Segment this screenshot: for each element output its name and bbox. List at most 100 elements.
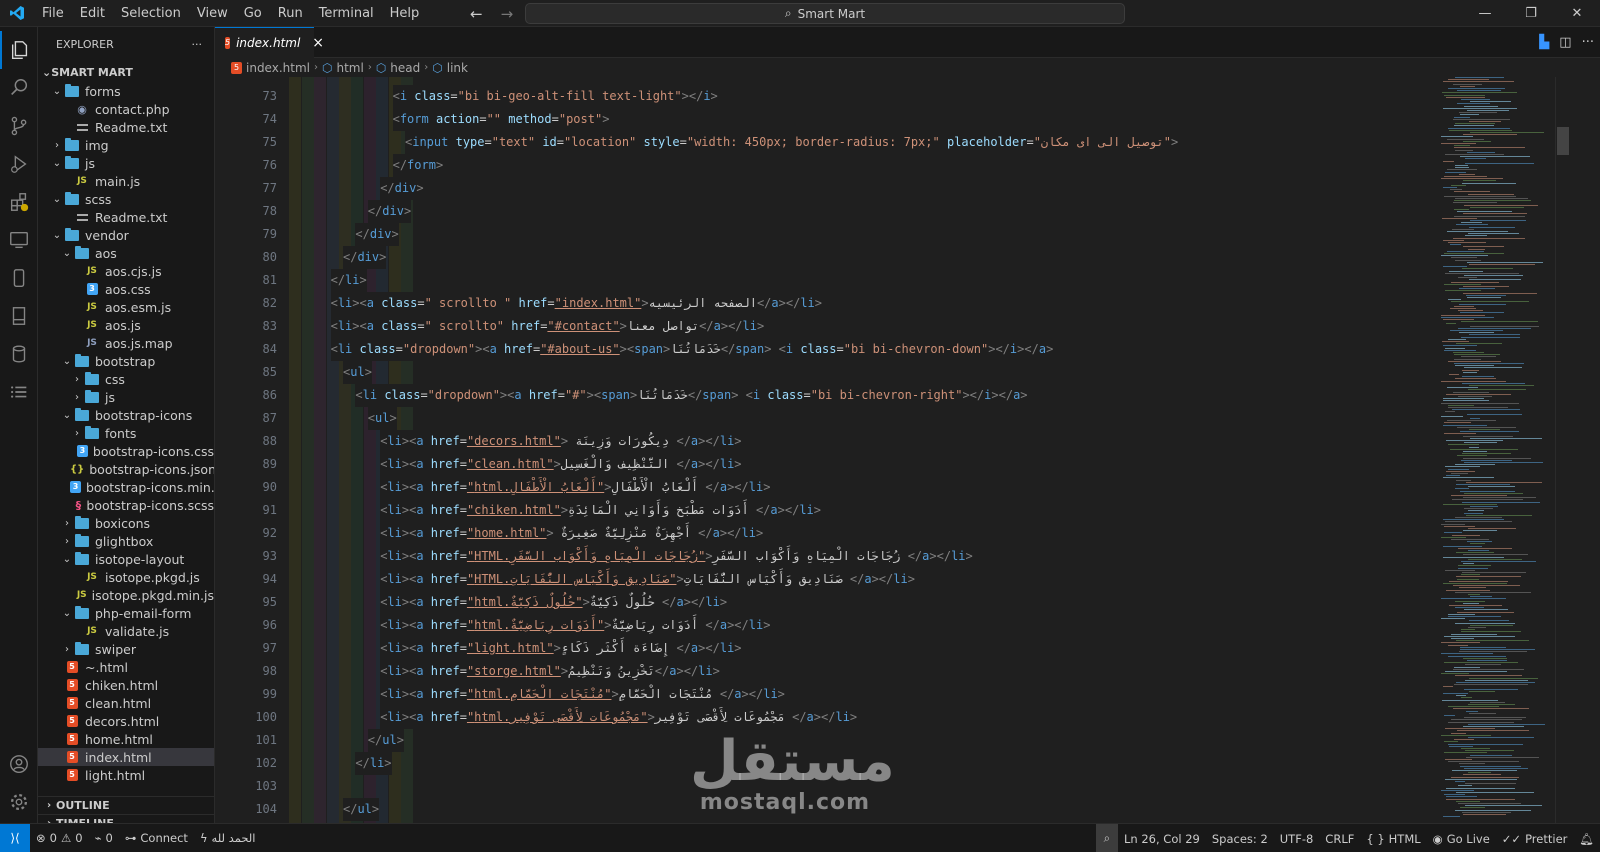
code-line[interactable]: <li><a href="home.html"> أَجْهِزَةٌ مَنْ… <box>380 522 764 545</box>
folder-item[interactable]: › boxicons <box>38 514 214 532</box>
code-line[interactable]: </div> <box>343 246 387 269</box>
split-editor-icon[interactable]: ◫ <box>1559 35 1571 50</box>
menu-edit[interactable]: Edit <box>72 0 113 27</box>
breadcrumb-item-file[interactable]: index.html <box>246 61 310 75</box>
folder-item[interactable]: › swiper <box>38 640 214 658</box>
menu-selection[interactable]: Selection <box>113 0 189 27</box>
code-line[interactable]: <input type="text" id="location" style="… <box>405 131 1179 154</box>
more-actions-icon[interactable]: ··· <box>1582 35 1594 50</box>
file-item[interactable]: ◉ contact.php <box>38 100 214 118</box>
minimize-icon[interactable]: — <box>1462 0 1508 27</box>
code-line[interactable]: <li class="dropdown"><a href="#about-us"… <box>330 338 1054 361</box>
code-line[interactable]: </ul> <box>343 798 380 821</box>
code-line[interactable]: <ul> <box>367 407 397 430</box>
back-arrow-icon[interactable]: ← <box>470 5 483 23</box>
vertical-scrollbar[interactable] <box>1555 77 1569 823</box>
folder-item[interactable]: ⌄ isotope-layout <box>38 550 214 568</box>
code-line[interactable]: </ul> <box>367 729 404 752</box>
folder-item[interactable]: ⌄ php-email-form <box>38 604 214 622</box>
code-line[interactable]: </form> <box>392 154 444 177</box>
workspace-root[interactable]: ⌄ SMART MART <box>38 62 214 82</box>
folder-item[interactable]: › css <box>38 370 214 388</box>
folder-item[interactable]: ⌄ bootstrap <box>38 352 214 370</box>
breadcrumb-item-link[interactable]: link <box>447 61 468 75</box>
code-line[interactable]: </li> <box>355 752 392 775</box>
file-item[interactable]: § bootstrap-icons.scss <box>38 496 214 514</box>
file-item[interactable]: 3 aos.css <box>38 280 214 298</box>
code-line[interactable]: <li><a href="حُلُولٌ ذَكِيَّةٌ.html"> حُ… <box>380 591 728 614</box>
indentation[interactable]: Spaces: 2 <box>1206 832 1274 846</box>
code-line[interactable]: </li> <box>330 269 367 292</box>
language-mode[interactable]: { } HTML <box>1360 832 1426 846</box>
file-item[interactable]: JS aos.js <box>38 316 214 334</box>
code-editor[interactable]: 73 74 75 76 77 78 79 80 81 82 83 84 85 86 87 88 89 90 91 92… <box>215 77 1435 823</box>
file-item[interactable]: 5 ~.html <box>38 658 214 676</box>
menu-view[interactable]: View <box>189 0 236 27</box>
code-line[interactable]: <form action="" method="post"> <box>392 108 610 131</box>
code-line[interactable]: <li><a href="مُنْتَجَات الْحَمَّامِ.html… <box>380 683 785 706</box>
minimap[interactable] <box>1435 77 1555 823</box>
list-icon[interactable] <box>0 373 38 411</box>
file-item[interactable]: 5 clean.html <box>38 694 214 712</box>
folder-item[interactable]: ⌄ forms <box>38 82 214 100</box>
file-item[interactable]: JS aos.esm.js <box>38 298 214 316</box>
code-line[interactable]: <i class="bi bi-geo-alt-fill text-light"… <box>392 85 718 108</box>
code-line[interactable]: <li><a href="أَدَوَات رِيَاضِيَّةٌ.html"… <box>380 614 771 637</box>
folder-item[interactable]: ⌄ aos <box>38 244 214 262</box>
run-debug-icon[interactable] <box>0 145 38 183</box>
file-item[interactable]: Readme.txt <box>38 118 214 136</box>
search-icon[interactable] <box>0 69 38 107</box>
folder-item[interactable]: › img <box>38 136 214 154</box>
folder-item[interactable]: ⌄ vendor <box>38 226 214 244</box>
close-tab-icon[interactable]: × <box>312 35 324 51</box>
file-item[interactable]: JS validate.js <box>38 622 214 640</box>
database-icon[interactable] <box>0 335 38 373</box>
file-item[interactable]: JS main.js <box>38 172 214 190</box>
book-icon[interactable] <box>0 297 38 335</box>
code-line[interactable]: <li><a class=" scrollto " href="index.ht… <box>330 292 823 315</box>
code-line[interactable]: <li><a href="clean.html"> التَّنْظِيف وَ… <box>380 453 742 476</box>
file-item[interactable]: JS isotope.pkgd.js <box>38 568 214 586</box>
breadcrumb-item-head[interactable]: head <box>390 61 420 75</box>
code-line[interactable]: <ul> <box>343 361 372 384</box>
code-line[interactable]: <li><a href="صَنَادِيق وَأَكْيَاس النُّف… <box>380 568 915 591</box>
menu-go[interactable]: Go <box>236 0 270 27</box>
settings-gear-icon[interactable] <box>0 783 38 821</box>
go-live-preview-icon[interactable]: ▙ <box>1539 35 1549 50</box>
forward-arrow-icon[interactable]: → <box>501 5 514 23</box>
file-item[interactable]: JS isotope.pkgd.min.js <box>38 586 214 604</box>
remote-indicator-icon[interactable]: ⟩⟨ <box>0 823 30 852</box>
file-item[interactable]: 5 decors.html <box>38 712 214 730</box>
menu-file[interactable]: File <box>34 0 72 27</box>
breadcrumb-item-html[interactable]: html <box>336 61 363 75</box>
zoom-icon[interactable]: ⌕ <box>1095 824 1119 852</box>
code-line[interactable]: <li><a href="light.html"> إِضَاءَة أَكْث… <box>380 637 742 660</box>
notifications-bell-icon[interactable]: 🔔︎ <box>1573 832 1600 846</box>
menu-run[interactable]: Run <box>270 0 311 27</box>
scrollbar-thumb[interactable] <box>1557 127 1569 155</box>
folder-item[interactable]: › glightbox <box>38 532 214 550</box>
explorer-icon[interactable] <box>0 31 38 69</box>
code-line[interactable]: <li><a href="storge.html">تَخْزِينُ وَتَ… <box>380 660 720 683</box>
code-line[interactable]: <li><a href="decors.html"> دِيكُورَات وَ… <box>380 430 742 453</box>
source-control-icon[interactable] <box>0 107 38 145</box>
code-line[interactable]: <li><a href="chiken.html"> أَدَوَات مَطْ… <box>380 499 821 522</box>
ports-indicator[interactable]: ⌁ 0 <box>89 831 119 845</box>
code-line[interactable]: </div> <box>355 223 399 246</box>
prettier[interactable]: ✓✓ Prettier <box>1496 832 1574 846</box>
close-icon[interactable]: ✕ <box>1554 0 1600 27</box>
file-item[interactable]: 3 bootstrap-icons.min.css <box>38 478 214 496</box>
restore-icon[interactable]: ❐ <box>1508 0 1554 27</box>
folder-item[interactable]: › js <box>38 388 214 406</box>
folder-item[interactable]: › fonts <box>38 424 214 442</box>
file-item[interactable]: 5 home.html <box>38 730 214 748</box>
more-actions-icon[interactable]: ··· <box>192 38 203 51</box>
code-line[interactable]: <li><a class=" scrollto" href="#contact"… <box>330 315 765 338</box>
menu-terminal[interactable]: Terminal <box>311 0 382 27</box>
code-line[interactable]: <li><a href="أَلْعَابُ الْأَطْفَالِ.html… <box>380 476 771 499</box>
command-center-search[interactable]: ⌕ Smart Mart <box>525 3 1125 24</box>
end-of-line[interactable]: CRLF <box>1319 832 1360 846</box>
device-icon[interactable] <box>0 259 38 297</box>
account-icon[interactable] <box>0 745 38 783</box>
extensions-icon[interactable] <box>0 183 38 221</box>
